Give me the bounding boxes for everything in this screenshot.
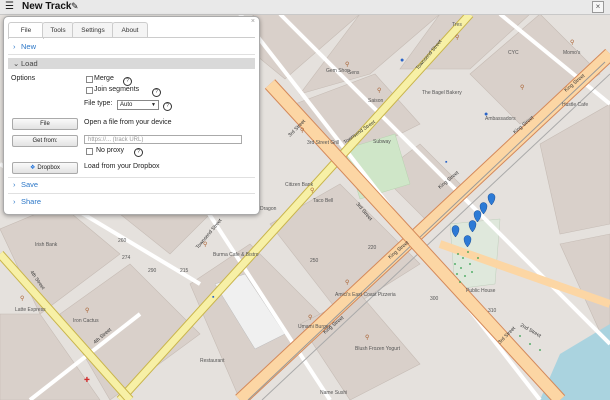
no-proxy-label: No proxy <box>96 147 125 154</box>
chevron-down-icon: ⌄ <box>13 59 20 68</box>
tab-settings[interactable]: Settings <box>72 22 114 38</box>
chevron-right-icon: › <box>13 42 16 51</box>
file-type-label: File type: <box>84 100 113 107</box>
poi-publichouse: Public House <box>466 288 496 294</box>
track-title[interactable]: New Track <box>22 1 71 12</box>
merge-label: Merge <box>94 75 114 82</box>
poi-taco: Taco Bell <box>313 198 333 204</box>
poi-blush: Blush Frozen Yogurt <box>355 346 401 352</box>
restaurant-icon: ⚲ <box>300 127 304 134</box>
poi-amici: Amici's East Coast Pizzeria <box>335 292 396 298</box>
bicycle-icon: ● <box>400 57 404 64</box>
dropbox-description: Load from your Dropbox <box>84 163 160 170</box>
file-type-value: Auto <box>120 102 133 108</box>
file-description: Open a file from your device <box>84 119 172 126</box>
new-label: New <box>21 42 37 51</box>
restaurant-icon: ⚲ <box>377 87 381 94</box>
divider <box>8 177 255 178</box>
help-icon[interactable]: ? <box>152 88 161 97</box>
poi-ironhouse: Irish Bank <box>35 242 58 248</box>
load-section-header[interactable]: ⌄ Load <box>8 58 255 69</box>
poi-momos: Momo's <box>563 50 581 56</box>
panel-close-icon[interactable]: × <box>251 18 255 25</box>
poi-cyc: CYC <box>508 50 519 56</box>
info-icon: ● <box>484 111 488 118</box>
restaurant-icon: ⚲ <box>20 295 24 302</box>
restaurant-icon: ⚲ <box>345 61 349 68</box>
tabs-divider <box>8 37 255 38</box>
poi-ambcorp: Ambassadors <box>485 116 516 122</box>
poi-bagel: The Bagel Bakery <box>422 90 462 96</box>
house-number: 260 <box>118 238 127 244</box>
file-panel: × File Tools Settings About › New ⌄ Load O… <box>3 16 260 215</box>
join-segments-checkbox[interactable] <box>86 87 93 94</box>
poi-burma: Burma Cafe & Bistro <box>213 252 259 258</box>
restaurant-icon: ⚲ <box>365 334 369 341</box>
restaurant-icon: ⚲ <box>455 34 459 41</box>
house-number: 300 <box>430 296 439 302</box>
poi-ironcactus: Iron Cactus <box>73 318 99 324</box>
house-number: 220 <box>368 245 377 251</box>
dropbox-button[interactable]: ❖ Dropbox <box>12 162 78 174</box>
restaurant-icon: ⚲ <box>203 241 207 248</box>
options-label: Options <box>11 75 36 82</box>
close-icon[interactable]: × <box>592 1 604 13</box>
chevron-right-icon: › <box>13 180 16 189</box>
restaurant-icon: ⚲ <box>85 307 89 314</box>
get-from-button[interactable]: Get from: <box>12 135 78 147</box>
no-proxy-checkbox[interactable] <box>86 148 93 155</box>
poi-tres: Tres <box>452 22 462 28</box>
share-section-link[interactable]: › Share <box>13 197 41 206</box>
save-section-link[interactable]: › Save <box>13 180 38 189</box>
help-icon[interactable]: ? <box>163 102 172 111</box>
tab-tools[interactable]: Tools <box>42 22 74 38</box>
hamburger-menu-icon[interactable]: ☰ <box>5 2 14 12</box>
track-url-input[interactable]: https://... (track URL) <box>84 135 242 144</box>
poi-saison: Saison <box>368 98 384 104</box>
pharmacy-icon: ✚ <box>84 376 90 384</box>
house-number: 250 <box>310 258 319 264</box>
new-section-link[interactable]: › New <box>13 42 36 51</box>
restaurant-icon: ⚲ <box>520 84 524 91</box>
poi-umami: Umami Burger <box>298 324 331 330</box>
poi-lattexpress: Latte Express <box>15 307 46 313</box>
restaurant-icon: ⚲ <box>308 314 312 321</box>
poi-restaurant: Restaurant <box>200 358 225 364</box>
join-segments-label: Join segments <box>94 86 140 93</box>
help-icon[interactable]: ? <box>123 77 132 86</box>
merge-checkbox[interactable] <box>86 76 93 83</box>
divider <box>8 193 255 194</box>
poi-dragon: Dragon <box>260 206 277 212</box>
pencil-icon[interactable]: ✎ <box>71 1 79 12</box>
poi-subway: Subway <box>373 139 391 145</box>
house-number: 274 <box>122 255 131 261</box>
help-icon[interactable]: ? <box>134 148 143 157</box>
file-button[interactable]: File <box>12 118 78 130</box>
house-number: 310 <box>488 308 497 314</box>
poi-hustlecafe: Hustle Cafe <box>562 102 588 108</box>
house-number: 215 <box>180 268 189 274</box>
dropbox-button-label: Dropbox <box>37 165 61 171</box>
poi-grill: 3rd Street Grill <box>307 140 339 146</box>
divider <box>8 54 255 55</box>
dropdown-arrow-icon: ▼ <box>151 102 156 108</box>
share-label: Share <box>21 197 42 206</box>
restaurant-icon: ⚲ <box>345 279 349 286</box>
load-label: Load <box>21 59 38 68</box>
restaurant-icon: ⚲ <box>570 39 574 46</box>
dropbox-icon: ❖ <box>29 165 36 171</box>
house-number: 290 <box>148 268 157 274</box>
file-type-select[interactable]: Auto ▼ <box>117 100 159 110</box>
restaurant-icon: ⚲ <box>310 187 314 194</box>
chevron-right-icon: › <box>13 197 16 206</box>
poi-sf-bldg: Gem Shop <box>326 68 350 74</box>
top-bar: ☰ New Track ✎ × <box>0 0 610 15</box>
save-label: Save <box>21 180 39 189</box>
poi-name-sushi: Name Sushi <box>320 390 347 396</box>
tab-about[interactable]: About <box>112 22 148 38</box>
